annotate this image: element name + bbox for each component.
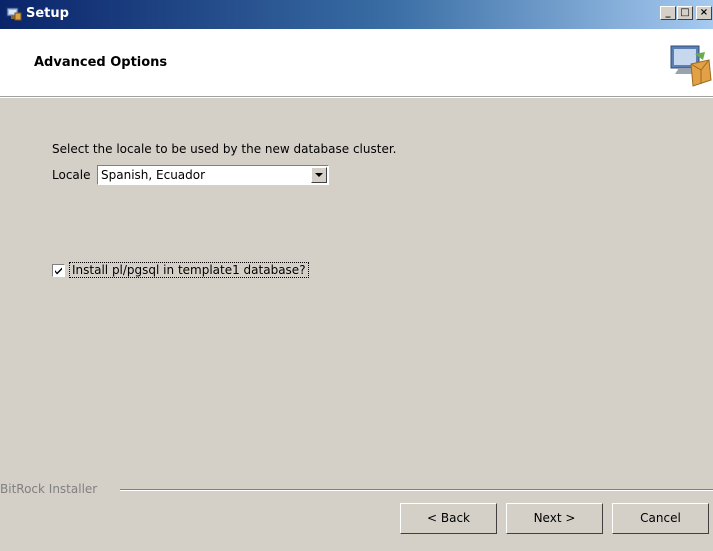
minimize-button[interactable]: _ [660, 6, 676, 20]
locale-label: Locale [52, 168, 91, 182]
brand-label: BitRock Installer [0, 482, 102, 496]
installer-box-icon [665, 42, 713, 88]
locale-dropdown[interactable]: Spanish, Ecuador [97, 165, 329, 185]
next-button[interactable]: Next > [506, 503, 603, 534]
footer-divider [120, 489, 713, 491]
chevron-down-icon[interactable] [311, 167, 327, 183]
close-button[interactable]: × [696, 6, 712, 20]
checkmark-icon [55, 267, 62, 275]
locale-value: Spanish, Ecuador [101, 168, 206, 182]
install-plpgsql-label[interactable]: Install pl/pgsql in template1 database? [69, 262, 309, 278]
window-title: Setup [26, 6, 69, 21]
page-title: Advanced Options [34, 55, 168, 70]
wizard-header: Advanced Options [0, 29, 713, 97]
title-bar: Setup _ □ × [0, 0, 713, 29]
setup-app-icon [6, 7, 22, 21]
back-button[interactable]: < Back [400, 503, 497, 534]
locale-prompt: Select the locale to be used by the new … [52, 142, 397, 156]
install-plpgsql-checkbox[interactable] [52, 264, 65, 277]
cancel-button[interactable]: Cancel [612, 503, 709, 534]
wizard-body: Select the locale to be used by the new … [0, 97, 713, 551]
maximize-button[interactable]: □ [677, 6, 693, 20]
